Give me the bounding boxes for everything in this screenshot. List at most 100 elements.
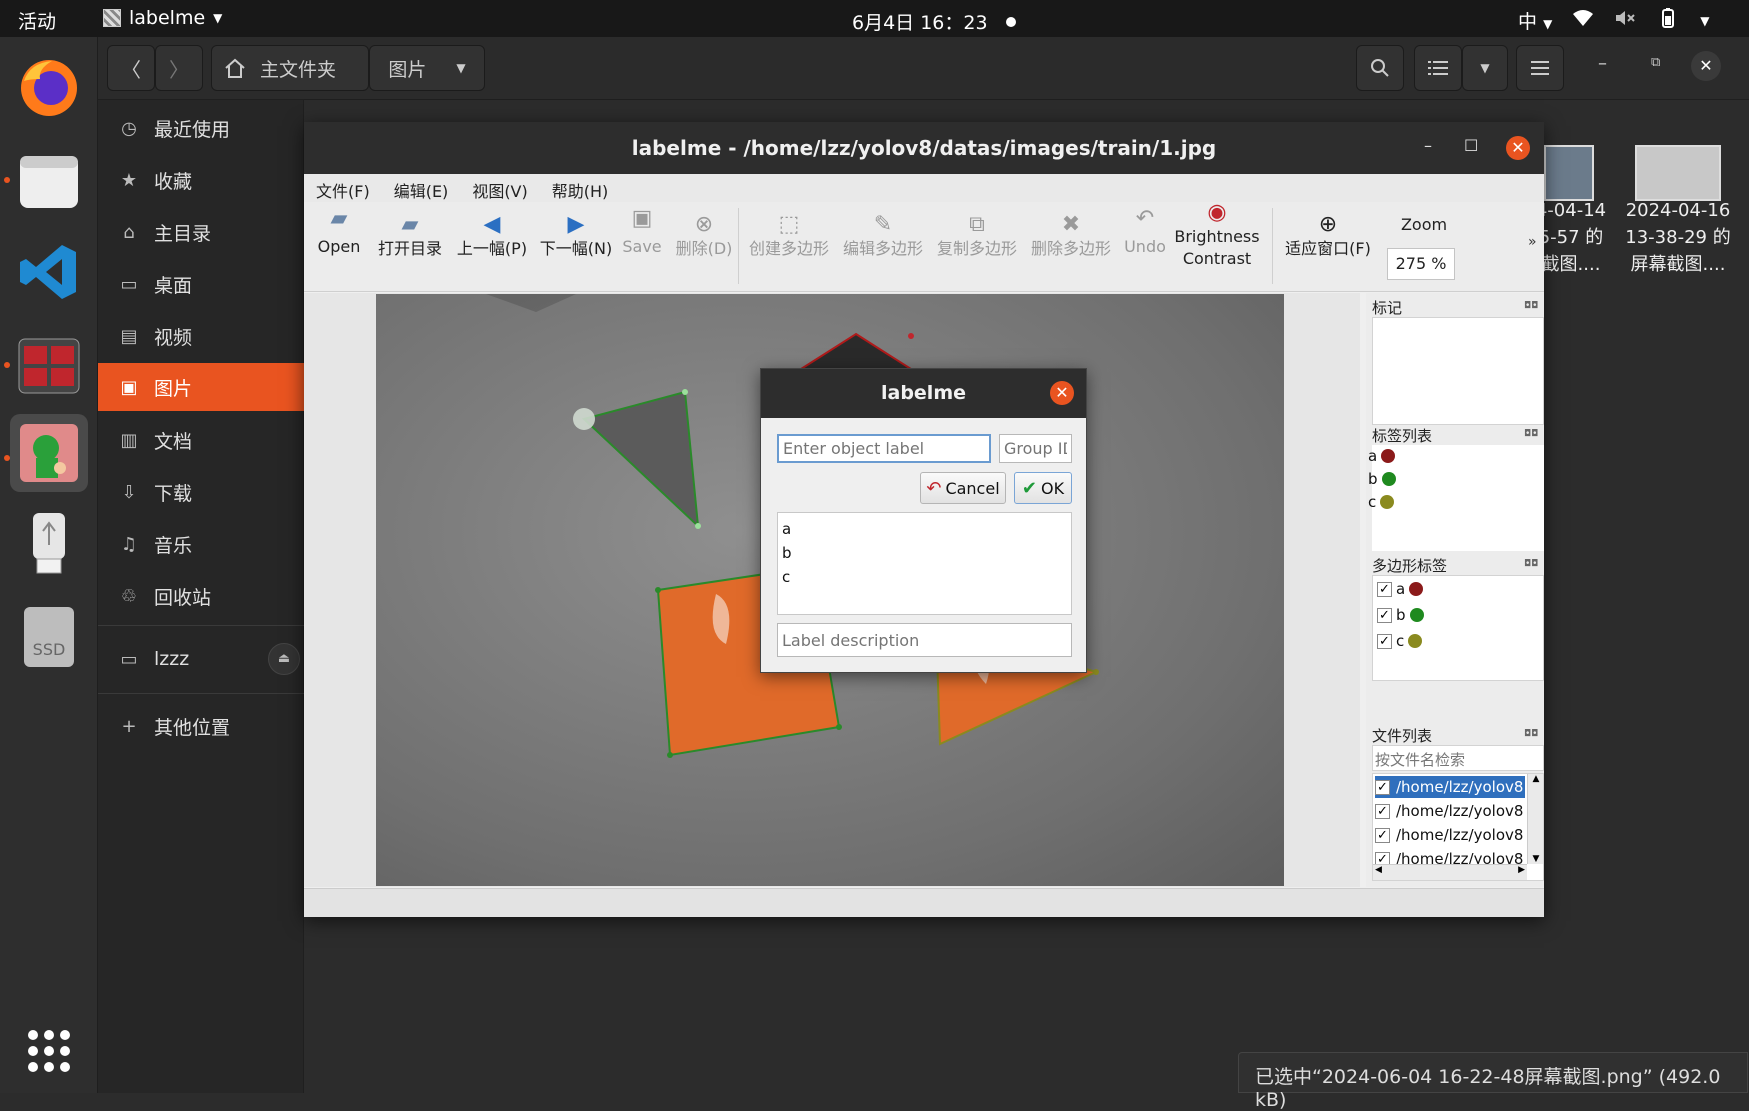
delete-polygon-button[interactable]: ✖ 删除多边形 [1026, 202, 1116, 290]
list-item[interactable]: c [782, 565, 1067, 589]
clock[interactable]: 6月4日 16：23 [852, 8, 1016, 35]
path-home-button[interactable]: 主文件夹 [211, 45, 369, 91]
sidebar-item-home[interactable]: ⌂ 主目录 [98, 208, 304, 256]
ok-button[interactable]: ✔ OK [1014, 472, 1072, 504]
dock-float-close-icon[interactable]: ◘◘ [1524, 301, 1538, 311]
scroll-up-icon[interactable]: ▲ [1528, 774, 1543, 784]
checkbox[interactable]: ✓ [1375, 779, 1390, 795]
checkbox[interactable]: ✓ [1377, 607, 1392, 623]
prev-image-button[interactable]: ◀ 上一幅(P) [454, 202, 530, 290]
sidebar-item-trash[interactable]: ♲ 回收站 [98, 572, 304, 620]
list-item[interactable]: ✓ b [1377, 606, 1424, 624]
menu-view[interactable]: 视图(V) [460, 174, 539, 202]
list-item[interactable]: a [1368, 447, 1396, 465]
checkbox[interactable]: ✓ [1377, 633, 1392, 649]
files-launcher[interactable] [10, 142, 88, 220]
create-polygon-button[interactable]: ⬚ 创建多边形 [744, 202, 834, 290]
next-image-button[interactable]: ▶ 下一幅(N) [538, 202, 614, 290]
sidebar-item-starred[interactable]: ★ 收藏 [98, 156, 304, 204]
sidebar-item-pictures[interactable]: ▣ 图片 [98, 363, 304, 411]
minimize-icon[interactable]: – [1424, 136, 1432, 155]
open-button[interactable]: ▰ Open [314, 202, 364, 290]
close-button[interactable]: ✕ [1691, 51, 1721, 81]
polygon-label-list[interactable]: ✓ a ✓ b ✓ c [1372, 575, 1544, 681]
file-search-input[interactable]: 按文件名检索 [1372, 745, 1544, 771]
dock-float-close-icon[interactable]: ◘◘ [1524, 729, 1538, 739]
sidebar-item-other-locations[interactable]: + 其他位置 [98, 702, 304, 750]
vscode-launcher[interactable] [10, 233, 88, 311]
firefox-launcher[interactable] [10, 49, 88, 127]
delete-file-button[interactable]: ⊗ 删除(D) [668, 202, 740, 290]
scroll-down-icon[interactable]: ▼ [1528, 854, 1543, 864]
sidebar-item-videos[interactable]: ▤ 视频 [98, 312, 304, 360]
checkbox[interactable]: ✓ [1375, 803, 1390, 819]
system-indicators[interactable]: 中 ▼ ▼ [1518, 7, 1710, 34]
maximize-icon[interactable]: ⧉ [1651, 55, 1660, 70]
toolbar-overflow-icon[interactable]: » [1528, 234, 1537, 250]
menu-file[interactable]: 文件(F) [304, 174, 382, 202]
sidebar-item-desktop[interactable]: ▭ 桌面 [98, 260, 304, 308]
scroll-right-icon[interactable]: ▶ [1518, 865, 1525, 875]
group-id-input[interactable] [999, 434, 1072, 463]
edit-polygon-button[interactable]: ✎ 编辑多边形 [838, 202, 928, 290]
vertical-scrollbar[interactable]: ▲ ▼ [1527, 774, 1543, 864]
file-thumbnail[interactable] [1544, 145, 1594, 201]
list-item[interactable]: ✓/home/lzz/yolov8 [1375, 824, 1525, 846]
list-item[interactable]: b [1368, 470, 1396, 488]
list-view-button[interactable] [1414, 45, 1462, 91]
file-thumbnail[interactable] [1635, 145, 1721, 201]
copy-polygon-button[interactable]: ⧉ 复制多边形 [932, 202, 1022, 290]
object-label-input[interactable] [777, 434, 991, 463]
search-button[interactable] [1356, 45, 1404, 91]
list-item[interactable]: a [782, 517, 1067, 541]
labelme-launcher[interactable] [10, 414, 88, 492]
menu-edit[interactable]: 编辑(E) [382, 174, 461, 202]
activities-button[interactable]: 活动 [18, 7, 56, 34]
list-item[interactable]: ✓/home/lzz/yolov8 [1375, 800, 1525, 822]
label-suggestions-list[interactable]: a b c [777, 512, 1072, 615]
forward-button[interactable]: 〉 [155, 45, 203, 91]
label-list[interactable]: a b c [1368, 445, 1544, 551]
close-button[interactable]: ✕ [1506, 136, 1530, 160]
list-item[interactable]: ✓ c [1377, 632, 1423, 650]
minimize-icon[interactable]: – [1598, 53, 1607, 74]
save-button[interactable]: ▣ Save [620, 202, 664, 290]
back-button[interactable]: 〈 [107, 45, 155, 91]
show-apps-button[interactable] [10, 1012, 88, 1090]
file-name[interactable]: 2024-04-16 13-38-29 的屏幕截图.... [1616, 197, 1740, 278]
checkbox[interactable]: ✓ [1377, 581, 1392, 597]
zoom-spinbox[interactable]: 275 % [1387, 248, 1455, 280]
brightness-contrast-button[interactable]: ◉ Brightness Contrast [1174, 202, 1260, 290]
eject-icon[interactable]: ⏏ [268, 643, 300, 675]
dock-float-close-icon[interactable]: ◘◘ [1524, 429, 1538, 439]
app-menu[interactable]: labelme ▼ [103, 7, 222, 29]
undo-button[interactable]: ↶ Undo [1122, 202, 1168, 290]
flags-list[interactable] [1372, 317, 1544, 425]
sidebar-item-music[interactable]: ♫ 音乐 [98, 520, 304, 568]
open-dir-button[interactable]: ▰ 打开目录 [376, 202, 444, 290]
main-menu-button[interactable] [1516, 45, 1564, 91]
terminal-launcher[interactable] [10, 327, 88, 405]
list-item[interactable]: ✓/home/lzz/yolov8 [1375, 776, 1525, 798]
path-current-button[interactable]: 图片 ▼ [369, 45, 485, 91]
usb-drive-launcher[interactable] [10, 504, 88, 582]
list-item[interactable]: c [1368, 493, 1395, 511]
menu-help[interactable]: 帮助(H) [540, 174, 621, 202]
file-list[interactable]: ✓/home/lzz/yolov8 ✓/home/lzz/yolov8 ✓/ho… [1372, 773, 1544, 881]
dialog-close-button[interactable]: ✕ [1050, 381, 1074, 405]
sidebar-item-documents[interactable]: ▥ 文档 [98, 416, 304, 464]
dock-float-close-icon[interactable]: ◘◘ [1524, 559, 1538, 569]
list-item[interactable]: b [782, 541, 1067, 565]
view-options-button[interactable]: ▼ [1462, 45, 1508, 91]
horizontal-scrollbar[interactable]: ◀ ▶ [1373, 864, 1527, 880]
sidebar-item-drive[interactable]: ▭ lzzz ⏏ [98, 635, 304, 683]
cancel-button[interactable]: ↶ Cancel [920, 472, 1006, 504]
label-description-input[interactable] [777, 623, 1072, 657]
ssd-drive-launcher[interactable]: SSD [10, 598, 88, 676]
input-method-indicator[interactable]: 中 ▼ [1518, 7, 1552, 34]
checkbox[interactable]: ✓ [1375, 827, 1390, 843]
list-item[interactable]: ✓ a [1377, 580, 1424, 598]
sidebar-item-downloads[interactable]: ⇩ 下载 [98, 468, 304, 516]
scroll-left-icon[interactable]: ◀ [1375, 865, 1382, 875]
sidebar-item-recent[interactable]: ◷ 最近使用 [98, 104, 304, 152]
